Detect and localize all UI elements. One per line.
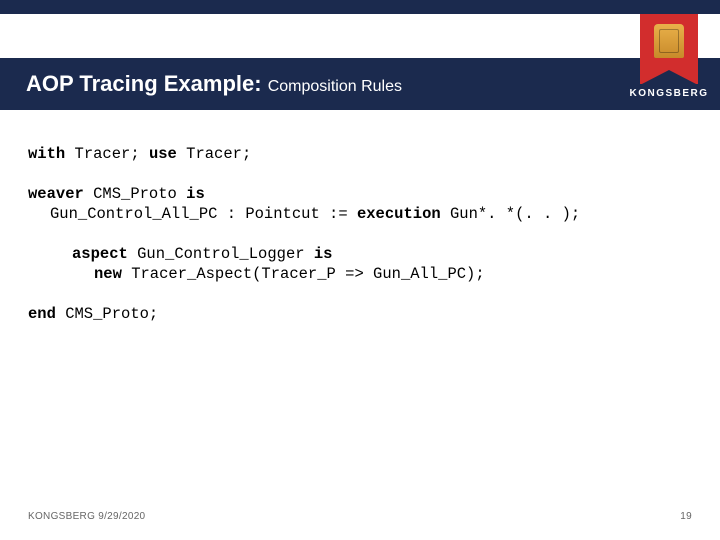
code-line: aspect Gun_Control_Logger is bbox=[28, 244, 692, 264]
code-text: CMS_Proto bbox=[84, 185, 186, 203]
code-line: with Tracer; use Tracer; bbox=[28, 144, 692, 164]
brand-logo: KONGSBERG bbox=[640, 14, 698, 110]
code-line: weaver CMS_Proto is bbox=[28, 184, 692, 204]
code-text: Tracer; bbox=[65, 145, 149, 163]
slide-body: with Tracer; use Tracer; weaver CMS_Prot… bbox=[0, 110, 720, 324]
logo-crest-icon bbox=[654, 24, 684, 58]
kw-is: is bbox=[314, 245, 333, 263]
logo-flag-icon bbox=[640, 14, 698, 84]
blank-line bbox=[28, 224, 692, 244]
slide-title: AOP Tracing Example: Composition Rules bbox=[0, 71, 402, 97]
code-line: Gun_Control_All_PC : Pointcut := executi… bbox=[28, 204, 692, 224]
code-text: Tracer; bbox=[177, 145, 251, 163]
kw-aspect: aspect bbox=[72, 245, 128, 263]
code-text: Gun_Control_All_PC : Pointcut := bbox=[50, 205, 357, 223]
code-text: Gun*. *(. . ); bbox=[441, 205, 581, 223]
kw-is: is bbox=[186, 185, 205, 203]
blank-line bbox=[28, 284, 692, 304]
kw-execution: execution bbox=[357, 205, 441, 223]
code-text: Tracer_Aspect(Tracer_P => Gun_All_PC); bbox=[122, 265, 485, 283]
brand-name: KONGSBERG bbox=[614, 88, 720, 99]
title-main: AOP Tracing Example: bbox=[26, 71, 262, 96]
kw-with: with bbox=[28, 145, 65, 163]
kw-weaver: weaver bbox=[28, 185, 84, 203]
logo-notch-icon bbox=[640, 70, 698, 85]
code-block: with Tracer; use Tracer; weaver CMS_Prot… bbox=[28, 144, 692, 324]
kw-use: use bbox=[149, 145, 177, 163]
code-line: new Tracer_Aspect(Tracer_P => Gun_All_PC… bbox=[28, 264, 692, 284]
title-bar: AOP Tracing Example: Composition Rules bbox=[0, 58, 720, 110]
code-line: end CMS_Proto; bbox=[28, 304, 692, 324]
title-sub: Composition Rules bbox=[268, 78, 402, 95]
slide-footer: KONGSBERG 9/29/2020 19 bbox=[28, 511, 692, 522]
slide-header: AOP Tracing Example: Composition Rules K… bbox=[0, 0, 720, 110]
code-text: CMS_Proto; bbox=[56, 305, 158, 323]
code-text: Gun_Control_Logger bbox=[128, 245, 314, 263]
kw-end: end bbox=[28, 305, 56, 323]
kw-new: new bbox=[94, 265, 122, 283]
top-strip bbox=[0, 0, 720, 14]
blank-line bbox=[28, 164, 692, 184]
footer-left: KONGSBERG 9/29/2020 bbox=[28, 511, 145, 522]
page-number: 19 bbox=[680, 511, 692, 522]
